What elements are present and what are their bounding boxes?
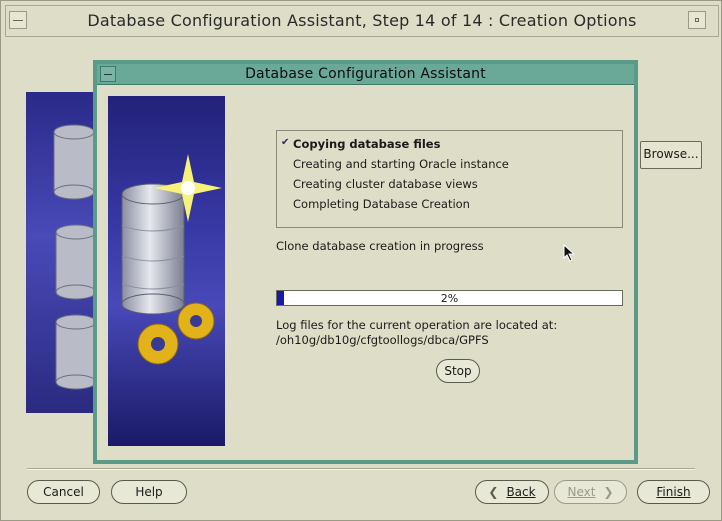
footer-separator	[27, 468, 695, 470]
mouse-cursor-icon	[563, 244, 576, 262]
back-button-label: Back	[506, 485, 536, 499]
progress-percent: 2%	[440, 292, 459, 305]
database-gears-icon	[121, 154, 222, 365]
next-button-label: Next	[567, 485, 596, 499]
stop-button[interactable]: Stop	[436, 359, 480, 383]
progress-dialog: Database Configuration Assistant ✔ Copyi…	[93, 60, 638, 464]
step-starting-instance: Creating and starting Oracle instance	[293, 157, 509, 171]
help-button[interactable]: Help	[111, 480, 187, 504]
next-button[interactable]: Next ❯	[554, 480, 627, 504]
check-icon: ✔	[281, 137, 290, 148]
cancel-button[interactable]: Cancel	[27, 480, 100, 504]
background-illustration	[26, 92, 98, 413]
steps-list: ✔ Copying database files Creating and st…	[276, 130, 623, 228]
step-cluster-views: Creating cluster database views	[293, 177, 478, 191]
status-message: Clone database creation in progress	[276, 239, 484, 253]
finish-button-label: Finish	[656, 485, 691, 499]
log-intro-text: Log files for the current operation are …	[276, 318, 558, 332]
back-button[interactable]: ❮ Back	[475, 480, 549, 504]
progress-bar: 2%	[276, 290, 623, 306]
back-arrow-icon: ❮	[488, 485, 499, 499]
step-copying-files: Copying database files	[293, 137, 441, 151]
dialog-illustration	[108, 96, 225, 446]
finish-button[interactable]: Finish	[637, 480, 710, 504]
maximize-icon[interactable]	[688, 11, 706, 29]
dialog-titlebar: Database Configuration Assistant	[97, 64, 634, 85]
database-cylinders-icon	[53, 124, 97, 390]
next-arrow-icon: ❯	[603, 485, 614, 499]
outer-titlebar: Database Configuration Assistant, Step 1…	[5, 5, 719, 37]
dialog-title: Database Configuration Assistant	[245, 66, 486, 82]
log-path-text: /oh10g/db10g/cfgtoollogs/dbca/GPFS	[276, 333, 489, 347]
outer-window-title: Database Configuration Assistant, Step 1…	[87, 11, 637, 30]
browse-button[interactable]: Browse...	[640, 141, 702, 169]
step-completing-creation: Completing Database Creation	[293, 197, 470, 211]
